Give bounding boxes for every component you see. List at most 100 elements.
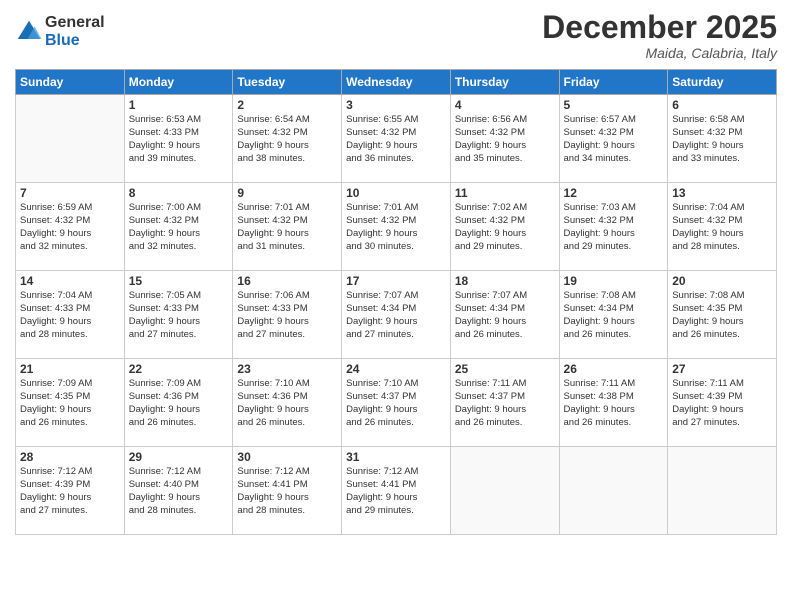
day-info: Sunrise: 7:12 AM Sunset: 4:39 PM Dayligh… <box>20 466 120 517</box>
calendar-day-cell: 3 Sunrise: 6:55 AM Sunset: 4:32 PM Daylig… <box>342 95 451 183</box>
title-block: December 2025 Maida, Calabria, Italy <box>542 10 777 61</box>
calendar-day-cell: 8Sunrise: 7:00 AM Sunset: 4:32 PM Daylig… <box>124 183 233 271</box>
calendar-day-header: Thursday <box>450 70 559 95</box>
calendar-week-row: 28 Sunrise: 7:12 AM Sunset: 4:39 PM Dayli… <box>16 447 777 535</box>
calendar-day-cell: 5 Sunrise: 6:57 AM Sunset: 4:32 PM Daylig… <box>559 95 668 183</box>
day-number: 29 <box>129 450 229 464</box>
day-number: 11 <box>455 186 555 200</box>
calendar-day-header: Monday <box>124 70 233 95</box>
day-number: 23 <box>237 362 337 376</box>
day-number: 31 <box>346 450 446 464</box>
calendar-day-cell: 7 Sunrise: 6:59 AM Sunset: 4:32 PM Daylig… <box>16 183 125 271</box>
day-info: Sunrise: 7:07 AM Sunset: 4:34 PM Dayligh… <box>455 290 555 341</box>
day-number: 25 <box>455 362 555 376</box>
day-info: Sunrise: 7:07 AM Sunset: 4:34 PM Dayligh… <box>346 290 446 341</box>
calendar-day-cell: 24 Sunrise: 7:10 AM Sunset: 4:37 PM Dayli… <box>342 359 451 447</box>
month-title: December 2025 <box>542 10 777 45</box>
day-number: 20 <box>672 274 772 288</box>
day-info: Sunrise: 7:00 AM Sunset: 4:32 PM Dayligh… <box>129 202 229 253</box>
day-info: Sunrise: 7:01 AM Sunset: 4:32 PM Dayligh… <box>237 202 337 253</box>
day-number: 24 <box>346 362 446 376</box>
day-info: Sunrise: 7:11 AM Sunset: 4:38 PM Dayligh… <box>564 378 664 429</box>
calendar-day-header: Sunday <box>16 70 125 95</box>
calendar-day-cell: 1 Sunrise: 6:53 AM Sunset: 4:33 PM Daylig… <box>124 95 233 183</box>
calendar-day-cell: 11 Sunrise: 7:02 AM Sunset: 4:32 PM Dayli… <box>450 183 559 271</box>
day-number: 14 <box>20 274 120 288</box>
calendar-day-cell: 23 Sunrise: 7:10 AM Sunset: 4:36 PM Dayli… <box>233 359 342 447</box>
calendar-day-header: Saturday <box>668 70 777 95</box>
day-info: Sunrise: 7:02 AM Sunset: 4:32 PM Dayligh… <box>455 202 555 253</box>
day-info: Sunrise: 6:57 AM Sunset: 4:32 PM Dayligh… <box>564 114 664 165</box>
day-number: 1 <box>129 98 229 112</box>
calendar-day-cell: 13 Sunrise: 7:04 AM Sunset: 4:32 PM Dayli… <box>668 183 777 271</box>
day-number: 17 <box>346 274 446 288</box>
calendar-day-cell: 31 Sunrise: 7:12 AM Sunset: 4:41 PM Dayli… <box>342 447 451 535</box>
day-info: Sunrise: 7:10 AM Sunset: 4:36 PM Dayligh… <box>237 378 337 429</box>
day-info: Sunrise: 7:09 AM Sunset: 4:35 PM Dayligh… <box>20 378 120 429</box>
logo: General Blue <box>15 14 105 49</box>
calendar-day-cell: 30 Sunrise: 7:12 AM Sunset: 4:41 PM Dayli… <box>233 447 342 535</box>
day-number: 9 <box>237 186 337 200</box>
day-number: 18 <box>455 274 555 288</box>
day-info: Sunrise: 7:08 AM Sunset: 4:34 PM Dayligh… <box>564 290 664 341</box>
day-number: 28 <box>20 450 120 464</box>
calendar-day-header: Tuesday <box>233 70 342 95</box>
day-info: Sunrise: 7:04 AM Sunset: 4:32 PM Dayligh… <box>672 202 772 253</box>
calendar-week-row: 7 Sunrise: 6:59 AM Sunset: 4:32 PM Daylig… <box>16 183 777 271</box>
calendar-day-cell: 12 Sunrise: 7:03 AM Sunset: 4:32 PM Dayli… <box>559 183 668 271</box>
calendar-day-cell: 4 Sunrise: 6:56 AM Sunset: 4:32 PM Daylig… <box>450 95 559 183</box>
calendar-day-cell: 16Sunrise: 7:06 AM Sunset: 4:33 PM Dayli… <box>233 271 342 359</box>
day-info: Sunrise: 6:55 AM Sunset: 4:32 PM Dayligh… <box>346 114 446 165</box>
calendar-day-cell <box>668 447 777 535</box>
calendar-table: SundayMondayTuesdayWednesdayThursdayFrid… <box>15 69 777 535</box>
day-info: Sunrise: 7:10 AM Sunset: 4:37 PM Dayligh… <box>346 378 446 429</box>
calendar-day-header: Friday <box>559 70 668 95</box>
calendar-day-cell: 20Sunrise: 7:08 AM Sunset: 4:35 PM Dayli… <box>668 271 777 359</box>
day-info: Sunrise: 7:09 AM Sunset: 4:36 PM Dayligh… <box>129 378 229 429</box>
calendar-day-cell: 19 Sunrise: 7:08 AM Sunset: 4:34 PM Dayli… <box>559 271 668 359</box>
day-info: Sunrise: 7:11 AM Sunset: 4:39 PM Dayligh… <box>672 378 772 429</box>
day-number: 30 <box>237 450 337 464</box>
page: General Blue December 2025 Maida, Calabr… <box>0 0 792 612</box>
calendar-day-cell: 6Sunrise: 6:58 AM Sunset: 4:32 PM Daylig… <box>668 95 777 183</box>
calendar-week-row: 14Sunrise: 7:04 AM Sunset: 4:33 PM Dayli… <box>16 271 777 359</box>
calendar-day-cell: 22 Sunrise: 7:09 AM Sunset: 4:36 PM Dayli… <box>124 359 233 447</box>
calendar-day-cell <box>16 95 125 183</box>
day-number: 3 <box>346 98 446 112</box>
day-info: Sunrise: 7:12 AM Sunset: 4:41 PM Dayligh… <box>346 466 446 517</box>
day-number: 15 <box>129 274 229 288</box>
calendar-day-cell: 9 Sunrise: 7:01 AM Sunset: 4:32 PM Daylig… <box>233 183 342 271</box>
calendar-day-cell: 28 Sunrise: 7:12 AM Sunset: 4:39 PM Dayli… <box>16 447 125 535</box>
day-number: 22 <box>129 362 229 376</box>
day-info: Sunrise: 6:56 AM Sunset: 4:32 PM Dayligh… <box>455 114 555 165</box>
day-number: 6 <box>672 98 772 112</box>
day-info: Sunrise: 7:06 AM Sunset: 4:33 PM Dayligh… <box>237 290 337 341</box>
calendar-day-cell: 10Sunrise: 7:01 AM Sunset: 4:32 PM Dayli… <box>342 183 451 271</box>
day-info: Sunrise: 7:12 AM Sunset: 4:41 PM Dayligh… <box>237 466 337 517</box>
day-number: 13 <box>672 186 772 200</box>
day-number: 12 <box>564 186 664 200</box>
day-info: Sunrise: 6:54 AM Sunset: 4:32 PM Dayligh… <box>237 114 337 165</box>
day-info: Sunrise: 7:03 AM Sunset: 4:32 PM Dayligh… <box>564 202 664 253</box>
calendar-day-header: Wednesday <box>342 70 451 95</box>
day-number: 2 <box>237 98 337 112</box>
day-number: 7 <box>20 186 120 200</box>
day-number: 4 <box>455 98 555 112</box>
day-info: Sunrise: 6:53 AM Sunset: 4:33 PM Dayligh… <box>129 114 229 165</box>
calendar-day-cell: 2 Sunrise: 6:54 AM Sunset: 4:32 PM Daylig… <box>233 95 342 183</box>
day-number: 5 <box>564 98 664 112</box>
calendar-day-cell: 14Sunrise: 7:04 AM Sunset: 4:33 PM Dayli… <box>16 271 125 359</box>
day-info: Sunrise: 6:59 AM Sunset: 4:32 PM Dayligh… <box>20 202 120 253</box>
day-number: 19 <box>564 274 664 288</box>
calendar-day-cell: 25 Sunrise: 7:11 AM Sunset: 4:37 PM Dayli… <box>450 359 559 447</box>
calendar-day-cell: 27 Sunrise: 7:11 AM Sunset: 4:39 PM Dayli… <box>668 359 777 447</box>
day-info: Sunrise: 7:05 AM Sunset: 4:33 PM Dayligh… <box>129 290 229 341</box>
header: General Blue December 2025 Maida, Calabr… <box>15 10 777 61</box>
day-info: Sunrise: 7:11 AM Sunset: 4:37 PM Dayligh… <box>455 378 555 429</box>
calendar-header-row: SundayMondayTuesdayWednesdayThursdayFrid… <box>16 70 777 95</box>
day-number: 27 <box>672 362 772 376</box>
day-info: Sunrise: 7:12 AM Sunset: 4:40 PM Dayligh… <box>129 466 229 517</box>
calendar-day-cell: 26Sunrise: 7:11 AM Sunset: 4:38 PM Dayli… <box>559 359 668 447</box>
logo-icon <box>15 18 43 46</box>
logo-general: General <box>45 14 105 32</box>
